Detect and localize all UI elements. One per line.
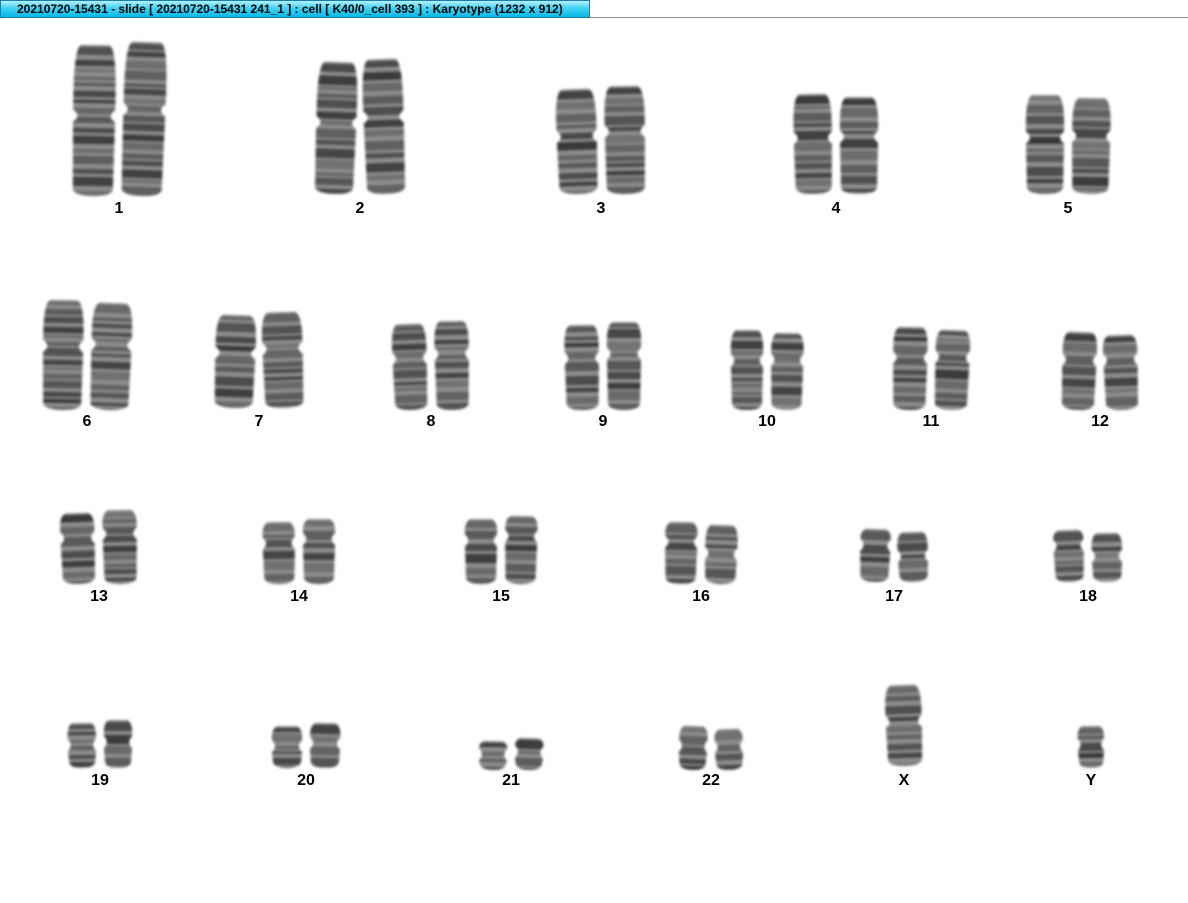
- chromosome-label-15: 15: [492, 588, 510, 605]
- chromosome-y[interactable]: [1077, 725, 1106, 773]
- chromosome-20-a[interactable]: [271, 726, 303, 773]
- chromosome-17-b[interactable]: [896, 531, 930, 587]
- chromosome-label-13: 13: [90, 588, 108, 605]
- chromosome-label-9: 9: [598, 413, 608, 430]
- chromosome-13-a[interactable]: [59, 512, 98, 589]
- chromosome-label-14: 14: [290, 588, 308, 605]
- chromosome-label-12: 12: [1091, 413, 1109, 430]
- chromosome-12-a[interactable]: [1060, 331, 1099, 415]
- chromosome-11-a[interactable]: [891, 326, 929, 416]
- chromosome-5-a[interactable]: [1025, 95, 1065, 199]
- chromosome-8-b[interactable]: [433, 320, 471, 416]
- chromosome-13-b[interactable]: [101, 509, 138, 590]
- chromosome-16-a[interactable]: [663, 521, 698, 590]
- chromosome-19-a[interactable]: [67, 722, 98, 774]
- chromosome-12-b[interactable]: [1102, 334, 1141, 415]
- chromosome-6-b[interactable]: [88, 302, 134, 415]
- chromosome-19-b[interactable]: [103, 720, 133, 773]
- chromosome-label-6: 6: [82, 413, 92, 430]
- chromosome-label-11: 11: [922, 413, 940, 430]
- chromosome-label-1: 1: [114, 200, 124, 217]
- chromosome-label-7: 7: [254, 413, 264, 430]
- chromosome-label-2: 2: [355, 200, 365, 217]
- chromosome-label-20: 20: [297, 772, 315, 789]
- chromosome-3-b[interactable]: [603, 85, 647, 200]
- chromosome-14-b[interactable]: [302, 519, 336, 589]
- chromosome-5-b[interactable]: [1070, 97, 1112, 200]
- chromosome-label-19: 19: [91, 772, 109, 789]
- chromosome-9-a[interactable]: [563, 324, 601, 416]
- chromosome-label-18: 18: [1079, 588, 1097, 605]
- chromosome-9-b[interactable]: [606, 322, 642, 415]
- chromosome-label-8: 8: [426, 413, 436, 430]
- chromosome-10-a[interactable]: [730, 330, 764, 415]
- chromosome-label-3: 3: [596, 200, 606, 217]
- karyotype-board: 1 2 3 4 5 6 7 8 9 10 11 12 13 14 15 16 17 18 19 20 21 22 X Y: [0, 0, 1188, 903]
- chromosome-label-4: 4: [831, 200, 841, 217]
- chromosome-label-21: 21: [502, 772, 520, 789]
- chromosome-label-x: X: [898, 772, 910, 789]
- chromosome-21-a[interactable]: [478, 740, 509, 776]
- chromosome-label-17: 17: [885, 588, 903, 605]
- chromosome-4-b[interactable]: [839, 97, 879, 199]
- chromosome-15-a[interactable]: [464, 519, 498, 589]
- chromosome-label-10: 10: [758, 413, 776, 430]
- chromosome-21-b[interactable]: [513, 737, 544, 775]
- chromosome-7-b[interactable]: [260, 311, 305, 413]
- chromosome-2-a[interactable]: [313, 61, 360, 199]
- chromosome-22-b[interactable]: [713, 728, 745, 775]
- chromosome-x[interactable]: [884, 684, 925, 771]
- chromosome-7-a[interactable]: [212, 314, 257, 413]
- chromosome-10-b[interactable]: [769, 332, 804, 416]
- chromosome-4-a[interactable]: [792, 93, 834, 200]
- chromosome-22-a[interactable]: [677, 725, 709, 775]
- chromosome-3-a[interactable]: [554, 88, 600, 199]
- chromosome-6-a[interactable]: [41, 299, 85, 416]
- chromosome-18-a[interactable]: [1052, 529, 1086, 587]
- chromosome-label-16: 16: [692, 588, 710, 605]
- chromosome-20-b[interactable]: [309, 722, 342, 774]
- chromosome-label-y: Y: [1085, 772, 1097, 789]
- chromosome-1-a[interactable]: [71, 44, 118, 202]
- chromosome-1-b[interactable]: [119, 41, 169, 201]
- chromosome-14-a[interactable]: [261, 521, 296, 590]
- chromosome-17-a[interactable]: [858, 528, 892, 587]
- chromosome-8-a[interactable]: [390, 323, 429, 415]
- chromosome-11-b[interactable]: [933, 329, 972, 415]
- chromosome-label-22: 22: [702, 772, 720, 789]
- chromosome-18-b[interactable]: [1091, 532, 1124, 588]
- chromosome-16-b[interactable]: [703, 524, 739, 589]
- chromosome-label-5: 5: [1063, 200, 1073, 217]
- chromosome-15-b[interactable]: [503, 515, 538, 590]
- chromosome-2-b[interactable]: [361, 58, 408, 199]
